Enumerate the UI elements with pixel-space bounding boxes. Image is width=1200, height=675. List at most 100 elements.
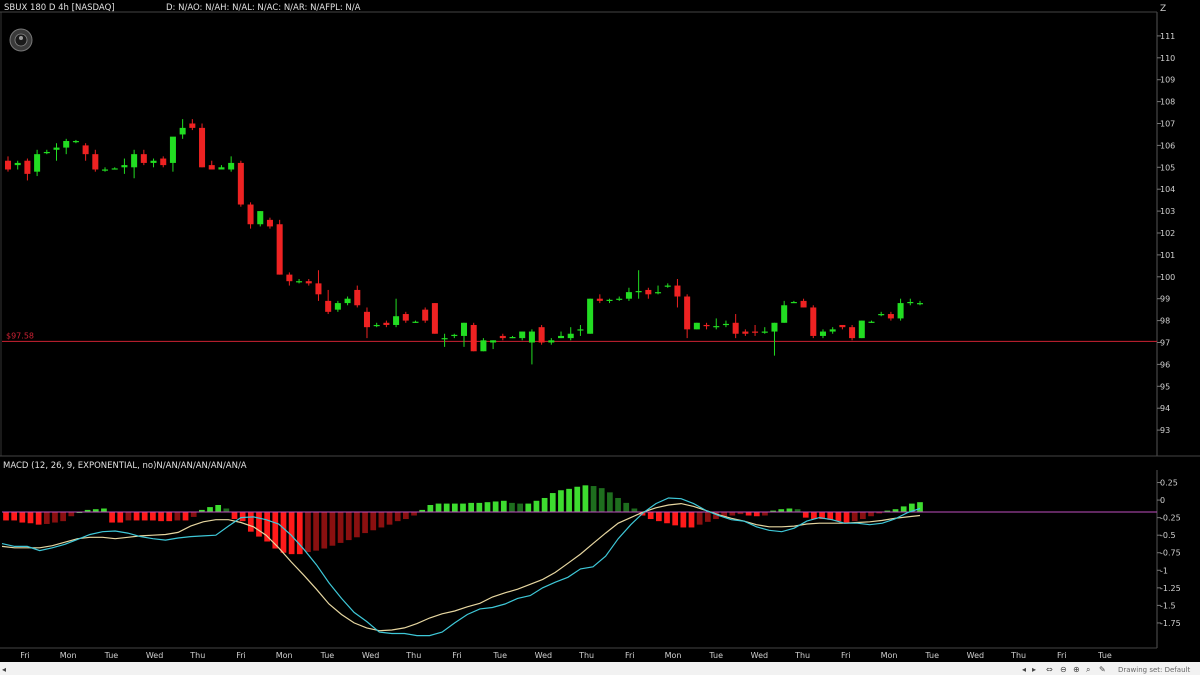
price-chart[interactable]: SBUX 180 D 4h [NASDAQ] D: N/AO: N/AH: N/… bbox=[0, 0, 1200, 675]
candle-body bbox=[199, 127, 206, 168]
macd-histogram-bar bbox=[549, 493, 556, 513]
candle-body bbox=[519, 331, 526, 339]
scroll-left-icon[interactable]: ◂ bbox=[2, 665, 6, 674]
macd-histogram-bar bbox=[68, 512, 75, 517]
macd-histogram-bar bbox=[476, 502, 483, 513]
macd-tick-label: -1.75 bbox=[1160, 619, 1181, 628]
macd-histogram-bar bbox=[802, 512, 809, 518]
candle-body bbox=[189, 123, 196, 128]
candle-body bbox=[247, 204, 254, 225]
candle-body bbox=[509, 337, 516, 339]
zoom-icon[interactable]: Z bbox=[1160, 4, 1166, 14]
expand-icon[interactable]: ⇔ bbox=[1046, 665, 1053, 674]
macd-histogram-bar bbox=[256, 512, 262, 537]
price-tick-label: 94 bbox=[1160, 404, 1170, 413]
candle-body bbox=[693, 322, 700, 330]
price-tick-label: 97 bbox=[1160, 339, 1170, 348]
macd-histogram-bar bbox=[305, 512, 311, 553]
macd-tick-label: -1.5 bbox=[1160, 601, 1176, 610]
macd-histogram-bar bbox=[460, 503, 466, 513]
time-axis-label: Mon bbox=[881, 651, 898, 660]
price-tick-label: 101 bbox=[1160, 251, 1175, 260]
magnifier-icon[interactable]: ⌕ bbox=[1086, 665, 1090, 674]
candle-body bbox=[53, 147, 60, 150]
candle-body bbox=[887, 314, 894, 319]
price-tick-label: 102 bbox=[1160, 229, 1175, 238]
macd-histogram-bar bbox=[394, 512, 401, 522]
zoom-in-icon[interactable]: ⊕ bbox=[1073, 665, 1080, 674]
candle-body bbox=[14, 162, 21, 166]
macd-histogram-bar bbox=[762, 512, 768, 516]
price-line-tag: $97.58 bbox=[6, 331, 34, 340]
macd-histogram-bar bbox=[280, 512, 287, 553]
price-tick-label: 96 bbox=[1160, 360, 1170, 369]
candle-body bbox=[655, 292, 662, 294]
time-axis-label: Tue bbox=[1097, 651, 1112, 660]
candle-body bbox=[470, 324, 477, 352]
macd-histogram-bar bbox=[125, 512, 132, 521]
candle-body bbox=[713, 326, 720, 328]
time-axis-label: Thu bbox=[189, 651, 205, 660]
candle-body bbox=[635, 291, 642, 293]
candle-body bbox=[34, 154, 41, 172]
time-axis-label: Wed bbox=[535, 651, 552, 660]
time-axis-label: Fri bbox=[625, 651, 635, 660]
macd-tick-label: -1.25 bbox=[1160, 584, 1181, 593]
candle-body bbox=[102, 169, 109, 171]
macd-histogram-bar bbox=[411, 512, 417, 516]
candle-body bbox=[499, 335, 506, 339]
macd-histogram-bar bbox=[492, 501, 499, 513]
candle-body bbox=[179, 127, 186, 135]
time-axis-label: Tue bbox=[320, 651, 335, 660]
candle-body bbox=[868, 321, 875, 323]
macd-histogram-bar bbox=[598, 488, 605, 513]
candle-body bbox=[441, 338, 448, 340]
macd-histogram-bar bbox=[533, 500, 540, 513]
candle-body bbox=[422, 309, 429, 321]
scroll-forward-icon[interactable]: ▸ bbox=[1032, 665, 1036, 674]
macd-histogram-bar bbox=[362, 512, 368, 534]
time-axis-label: Wed bbox=[146, 651, 163, 660]
macd-tick-label: 0 bbox=[1160, 496, 1165, 505]
macd-histogram-bar bbox=[753, 512, 760, 517]
macd-histogram-bar bbox=[525, 503, 532, 513]
time-axis-label: Wed bbox=[362, 651, 379, 660]
macd-histogram-bar bbox=[43, 512, 50, 524]
macd-histogram-bar bbox=[672, 512, 679, 526]
macd-histogram-bar bbox=[109, 512, 115, 523]
macd-histogram-bar bbox=[386, 512, 393, 525]
macd-histogram-bar bbox=[656, 512, 662, 522]
candle-body bbox=[451, 334, 458, 337]
candle-body bbox=[907, 301, 914, 304]
macd-histogram-bar bbox=[664, 512, 670, 524]
macd-histogram-bar bbox=[101, 508, 107, 513]
macd-histogram-bar bbox=[517, 503, 523, 513]
zoom-out-icon[interactable]: ⊖ bbox=[1060, 665, 1067, 674]
drawing-tool-icon[interactable]: ✎ bbox=[1099, 665, 1106, 674]
macd-histogram-bar bbox=[337, 512, 344, 543]
macd-histogram-bar bbox=[207, 507, 213, 513]
macd-histogram-bar bbox=[321, 512, 328, 549]
time-axis-label: Fri bbox=[20, 651, 30, 660]
candle-body bbox=[325, 300, 332, 312]
candle-body bbox=[839, 324, 846, 328]
candle-body bbox=[169, 136, 176, 163]
macd-histogram-bar bbox=[558, 490, 564, 513]
candle-body bbox=[383, 322, 390, 325]
candle-body bbox=[916, 303, 924, 305]
macd-histogram-bar bbox=[403, 512, 409, 520]
drawing-set-label[interactable]: Drawing set: Default bbox=[1118, 666, 1190, 674]
time-axis-label: Fri bbox=[1057, 651, 1067, 660]
candle-body bbox=[111, 168, 118, 170]
time-axis-label: Mon bbox=[665, 651, 682, 660]
price-tick-label: 95 bbox=[1160, 382, 1170, 391]
time-axis-label: Tue bbox=[924, 651, 939, 660]
macd-histogram-bar bbox=[582, 485, 589, 513]
macd-histogram-bar bbox=[52, 512, 58, 523]
scroll-back-icon[interactable]: ◂ bbox=[1022, 665, 1026, 674]
candle-body bbox=[460, 322, 468, 336]
candle-body bbox=[674, 285, 681, 297]
macd-histogram-bar bbox=[133, 512, 140, 521]
macd-histogram-bar bbox=[566, 488, 572, 513]
price-tick-label: 93 bbox=[1160, 426, 1170, 435]
